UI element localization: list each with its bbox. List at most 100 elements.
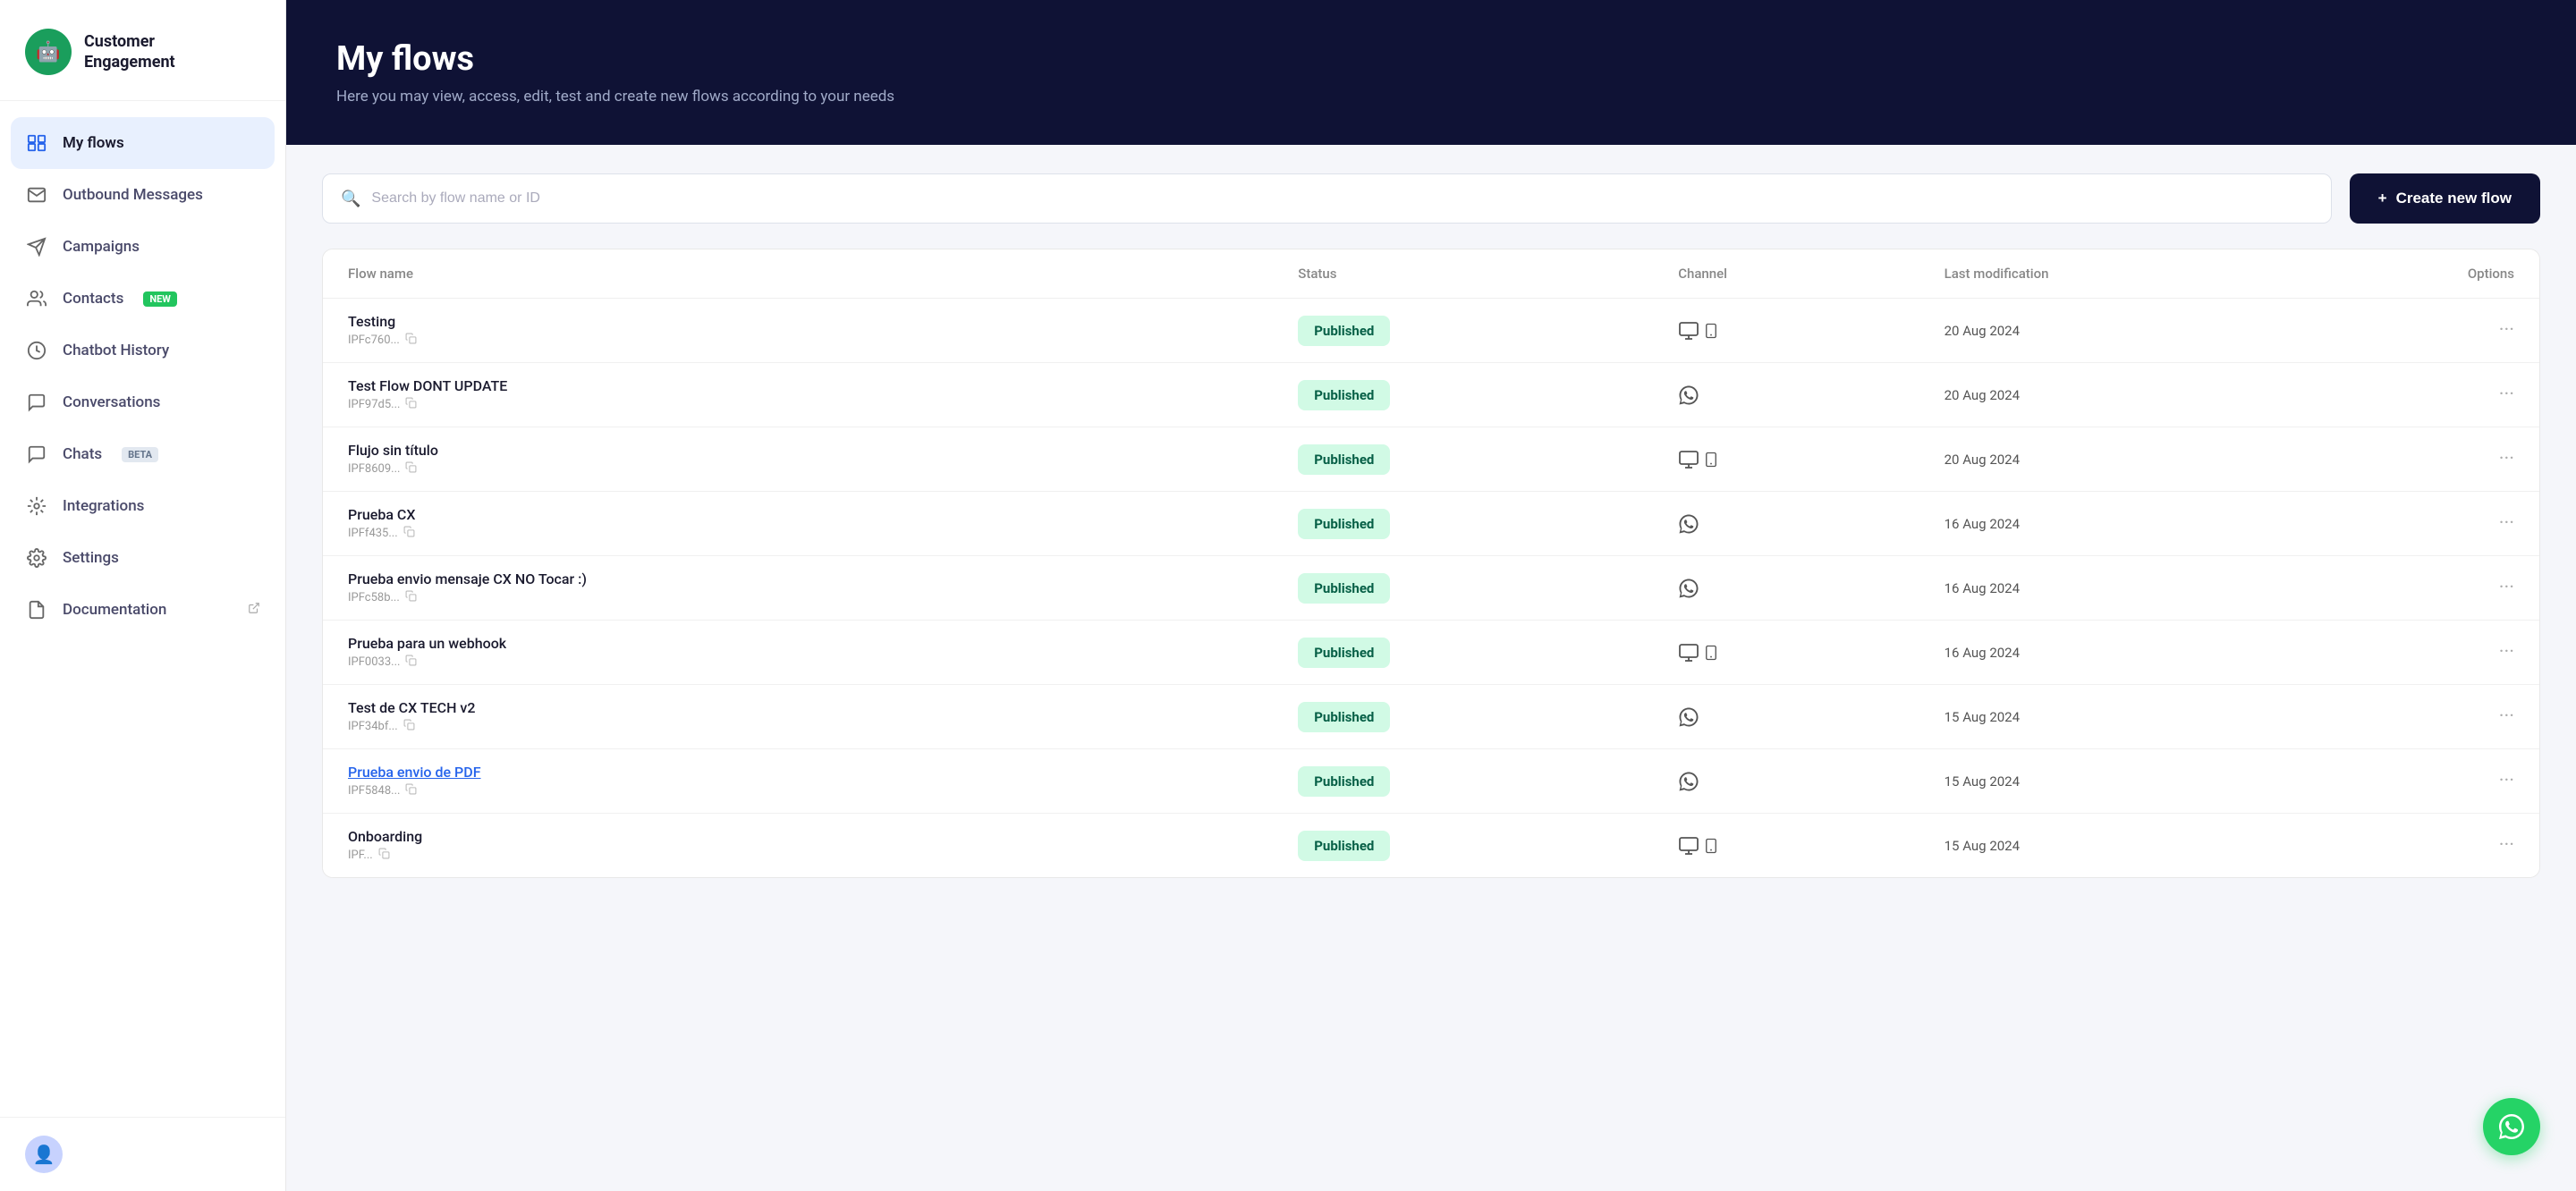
user-avatar[interactable]: 👤 <box>25 1136 63 1173</box>
table-row[interactable]: Test de CX TECH v2IPF34bf...Published15 … <box>323 685 2539 749</box>
options-cell[interactable]: ··· <box>2325 577 2514 599</box>
table-row[interactable]: Flujo sin títuloIPF8609...Published 20 A… <box>323 427 2539 492</box>
copy-icon[interactable] <box>405 590 417 605</box>
options-cell[interactable]: ··· <box>2325 705 2514 728</box>
sidebar-item-label-integrations: Integrations <box>63 497 144 515</box>
flow-name-cell: OnboardingIPF... <box>348 828 1298 863</box>
status-badge: Published <box>1298 573 1390 604</box>
channel-cell <box>1678 835 1944 857</box>
channel-cell <box>1678 320 1944 342</box>
status-cell: Published <box>1298 831 1678 861</box>
desktop-channel-icon <box>1678 835 1699 857</box>
channel-cell <box>1678 513 1944 535</box>
integrations-icon <box>25 494 48 518</box>
status-badge: Published <box>1298 702 1390 732</box>
options-cell[interactable]: ··· <box>2325 384 2514 406</box>
flow-name-cell: Prueba CXIPFf435... <box>348 506 1298 541</box>
options-cell[interactable]: ··· <box>2325 319 2514 342</box>
desktop-channel-icon <box>1678 320 1699 342</box>
flow-name: Test de CX TECH v2 <box>348 699 1298 716</box>
flow-name: Testing <box>348 313 1298 330</box>
content-area: 🔍 + Create new flow Flow nameStatusChann… <box>286 145 2576 1191</box>
table-row[interactable]: Prueba envio mensaje CX NO Tocar :) IPFc5… <box>323 556 2539 621</box>
flow-id-row: IPFc760... <box>348 333 1298 348</box>
sidebar-item-outbound-messages[interactable]: Outbound Messages <box>0 169 285 221</box>
sidebar-item-label-contacts: Contacts <box>63 290 123 308</box>
whatsapp-channel-icon <box>1678 578 1699 599</box>
flow-name: Prueba envio mensaje CX NO Tocar :) <box>348 570 1298 587</box>
sidebar-item-integrations[interactable]: Integrations <box>0 480 285 532</box>
date-cell: 20 Aug 2024 <box>1945 452 2325 468</box>
table-row[interactable]: Prueba para un webhookIPF0033...Publishe… <box>323 621 2539 685</box>
flow-id-row: IPF... <box>348 848 1298 863</box>
copy-icon[interactable] <box>405 461 417 477</box>
options-cell[interactable]: ··· <box>2325 512 2514 535</box>
copy-icon[interactable] <box>405 783 417 798</box>
table-row[interactable]: TestingIPFc760...Published 20 Aug 2024··… <box>323 299 2539 363</box>
table-row[interactable]: Prueba envio de PDFIPF5848...Published15… <box>323 749 2539 814</box>
copy-icon[interactable] <box>378 848 390 863</box>
sidebar-item-settings[interactable]: Settings <box>0 532 285 584</box>
channel-cell <box>1678 578 1944 599</box>
sidebar-item-my-flows[interactable]: My flows <box>11 117 275 169</box>
flow-id-row: IPF97d5... <box>348 397 1298 412</box>
logo-icon: 🤖 <box>25 29 72 75</box>
status-badge: Published <box>1298 509 1390 539</box>
flow-id: IPF5848... <box>348 784 400 798</box>
whatsapp-fab[interactable] <box>2483 1098 2540 1155</box>
date-cell: 15 Aug 2024 <box>1945 838 2325 854</box>
options-cell[interactable]: ··· <box>2325 834 2514 857</box>
sidebar-nav: My flowsOutbound MessagesCampaignsContac… <box>0 101 285 1117</box>
sidebar-footer: 👤 <box>0 1117 285 1191</box>
table-row[interactable]: OnboardingIPF...Published 15 Aug 2024··· <box>323 814 2539 877</box>
desktop-channel-icon <box>1678 642 1699 663</box>
sidebar-item-chats[interactable]: ChatsBETA <box>0 428 285 480</box>
copy-icon[interactable] <box>405 333 417 348</box>
page-title: My flows <box>336 39 2526 79</box>
plus-icon: + <box>2378 190 2387 207</box>
settings-icon <box>25 546 48 570</box>
sidebar-item-documentation[interactable]: Documentation <box>0 584 285 636</box>
flow-id-row: IPFc58b... <box>348 590 1298 605</box>
options-cell[interactable]: ··· <box>2325 770 2514 792</box>
status-badge: Published <box>1298 444 1390 475</box>
flow-id: IPFf435... <box>348 527 398 540</box>
date-cell: 16 Aug 2024 <box>1945 580 2325 596</box>
copy-icon[interactable] <box>405 655 417 670</box>
flow-name[interactable]: Prueba envio de PDF <box>348 764 1298 781</box>
create-new-flow-button[interactable]: + Create new flow <box>2350 173 2540 224</box>
flow-name-cell: Flujo sin títuloIPF8609... <box>348 442 1298 477</box>
channel-cell <box>1678 449 1944 470</box>
sidebar-item-label-my-flows: My flows <box>63 134 124 152</box>
options-cell[interactable]: ··· <box>2325 448 2514 470</box>
sidebar-item-contacts[interactable]: ContactsNEW <box>0 273 285 325</box>
copy-icon[interactable] <box>405 397 417 412</box>
sidebar-item-label-outbound-messages: Outbound Messages <box>63 186 203 204</box>
search-input[interactable] <box>371 190 2312 207</box>
status-badge: Published <box>1298 638 1390 668</box>
chats-icon <box>25 443 48 466</box>
flow-name-cell: Prueba para un webhookIPF0033... <box>348 635 1298 670</box>
copy-icon[interactable] <box>403 526 415 541</box>
flow-name-cell: Prueba envio de PDF IPF5848... <box>348 764 1298 798</box>
flow-id-row: IPF34bf... <box>348 719 1298 734</box>
toolbar: 🔍 + Create new flow <box>322 173 2540 224</box>
flows-table: Flow nameStatusChannelLast modificationO… <box>322 249 2540 878</box>
contacts-icon <box>25 287 48 310</box>
flow-name: Prueba para un webhook <box>348 635 1298 652</box>
main-content: My flows Here you may view, access, edit… <box>286 0 2576 1191</box>
date-cell: 16 Aug 2024 <box>1945 516 2325 532</box>
search-icon: 🔍 <box>341 190 360 208</box>
sidebar-item-campaigns[interactable]: Campaigns <box>0 221 285 273</box>
logo-text: CustomerEngagement <box>84 31 175 73</box>
date-cell: 15 Aug 2024 <box>1945 773 2325 790</box>
chatbot-history-icon <box>25 339 48 362</box>
options-cell[interactable]: ··· <box>2325 641 2514 663</box>
table-row[interactable]: Test Flow DONT UPDATEIPF97d5...Published… <box>323 363 2539 427</box>
sidebar-item-chatbot-history[interactable]: Chatbot History <box>0 325 285 376</box>
copy-icon[interactable] <box>403 719 415 734</box>
table-col-flow_name: Flow name <box>348 266 1298 282</box>
flow-name: Test Flow DONT UPDATE <box>348 377 1298 394</box>
table-row[interactable]: Prueba CXIPFf435...Published 16 Aug 2024·… <box>323 492 2539 556</box>
sidebar-item-conversations[interactable]: Conversations <box>0 376 285 428</box>
